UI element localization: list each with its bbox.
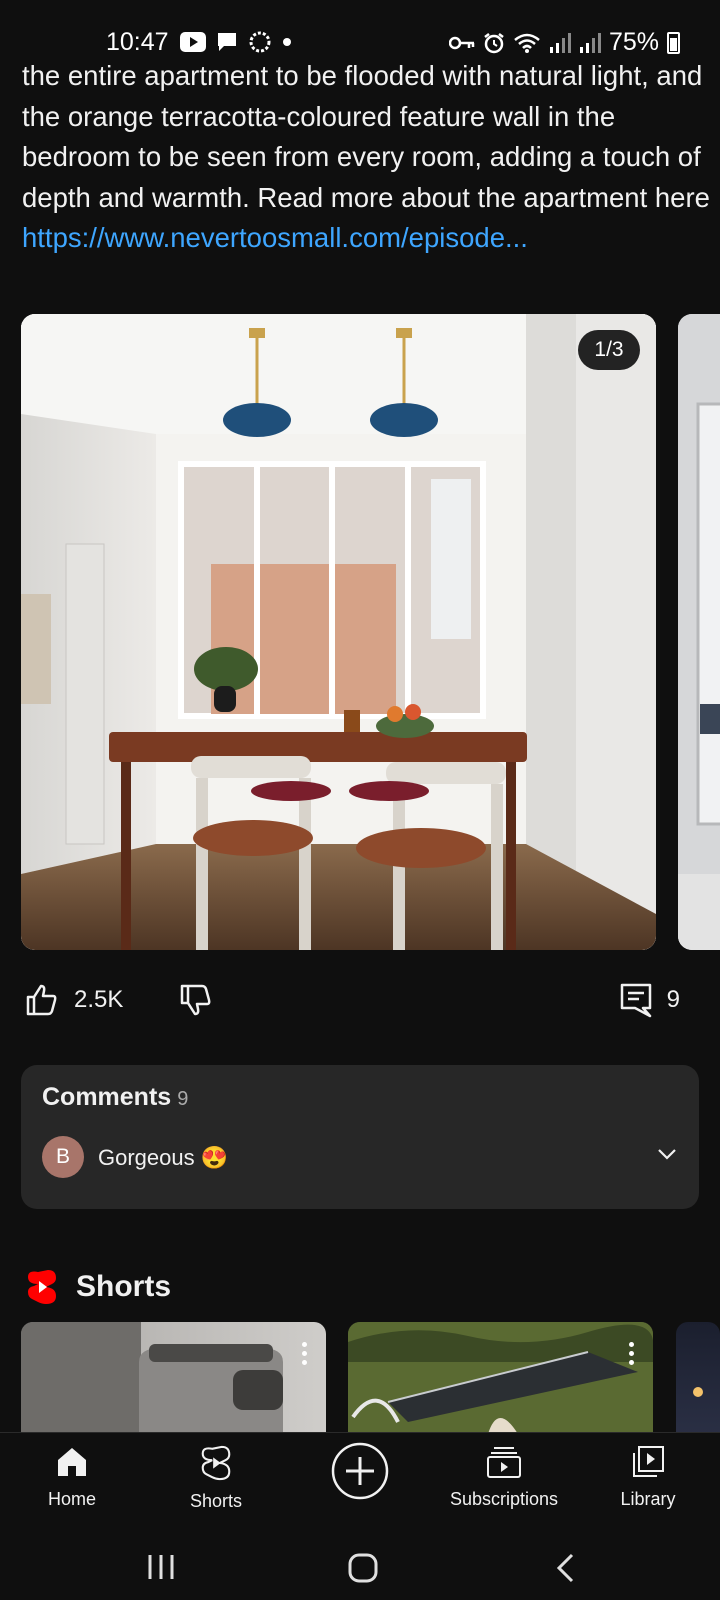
status-time: 10:47 [106,28,169,56]
post-actions: 2.5K 9 [0,980,720,1026]
nav-shorts[interactable]: Shorts [146,1445,286,1512]
comments-title: Comments [42,1083,172,1111]
avatar[interactable]: B [42,1136,84,1178]
nav-subscriptions-label: Subscriptions [449,1489,559,1509]
shorts-shelf-header: Shorts [26,1268,171,1306]
nav-library[interactable]: Library [578,1445,718,1510]
comment-count: 9 [666,986,680,1013]
comments-header: Comments 9 [42,1083,188,1112]
system-navigation [0,1534,720,1600]
carousel-image-next[interactable] [678,314,720,950]
comments-section[interactable]: Comments 9 B Gorgeous 😍 [21,1065,699,1209]
apartment-photo [21,314,656,950]
shorts-thumbnail[interactable] [676,1322,720,1434]
image-carousel[interactable]: 1/3 [21,314,720,950]
like-button[interactable]: 2.5K [24,982,123,1018]
shorts-thumbnail[interactable] [21,1322,326,1434]
comments-count: 9 [177,1088,189,1110]
battery-icon [667,31,680,54]
battery-level: 75% [608,28,659,56]
key-icon [448,36,475,49]
chat-icon [218,33,236,51]
nav-create[interactable] [290,1441,430,1501]
more-options-icon[interactable] [629,1342,635,1369]
dot-icon [283,38,291,46]
shorts-title: Shorts [76,1270,172,1303]
shorts-logo-icon [28,1270,56,1304]
carousel-image-apartment[interactable]: 1/3 [21,314,656,950]
back-icon[interactable] [554,1552,576,1584]
post-description-text: the entire apartment to be flooded with … [22,60,710,213]
signal-icon [549,32,571,53]
home-system-icon[interactable] [347,1552,379,1584]
more-options-icon[interactable] [302,1342,308,1369]
nav-home-label: Home [47,1489,96,1509]
thumb-down-icon [180,984,211,1016]
signal-icon [579,32,601,53]
thumb-up-icon [26,984,57,1016]
dislike-button[interactable] [178,982,214,1018]
top-comment-text: Gorgeous 😍 [98,1145,229,1170]
chevron-down-icon[interactable] [657,1147,677,1161]
create-plus-icon [331,1442,389,1500]
like-count: 2.5K [74,986,124,1013]
nav-subscriptions[interactable]: Subscriptions [434,1445,574,1510]
post-link[interactable]: https://www.nevertoosmall.com/episode... [22,218,712,259]
comment-icon [620,983,651,1018]
recent-apps-icon[interactable] [146,1552,176,1582]
nav-library-label: Library [620,1489,676,1509]
post-description: the entire apartment to be flooded with … [22,56,712,259]
alarm-icon [484,32,504,53]
shorts-icon [201,1445,231,1481]
bottom-navigation: Home Shorts Subscriptions Library [0,1432,720,1534]
comments-button[interactable]: 9 [619,982,680,1018]
youtube-icon [180,32,206,52]
home-icon [58,1448,86,1476]
sync-icon [249,31,271,53]
nav-shorts-label: Shorts [189,1491,243,1511]
carousel-pager-badge: 1/3 [578,330,640,370]
shorts-thumbnail[interactable] [348,1322,653,1434]
library-icon [633,1446,664,1477]
wifi-icon [514,33,540,53]
subscriptions-icon [487,1447,521,1478]
status-bar: 10:47 75% [0,0,720,62]
nav-home[interactable]: Home [2,1445,142,1510]
